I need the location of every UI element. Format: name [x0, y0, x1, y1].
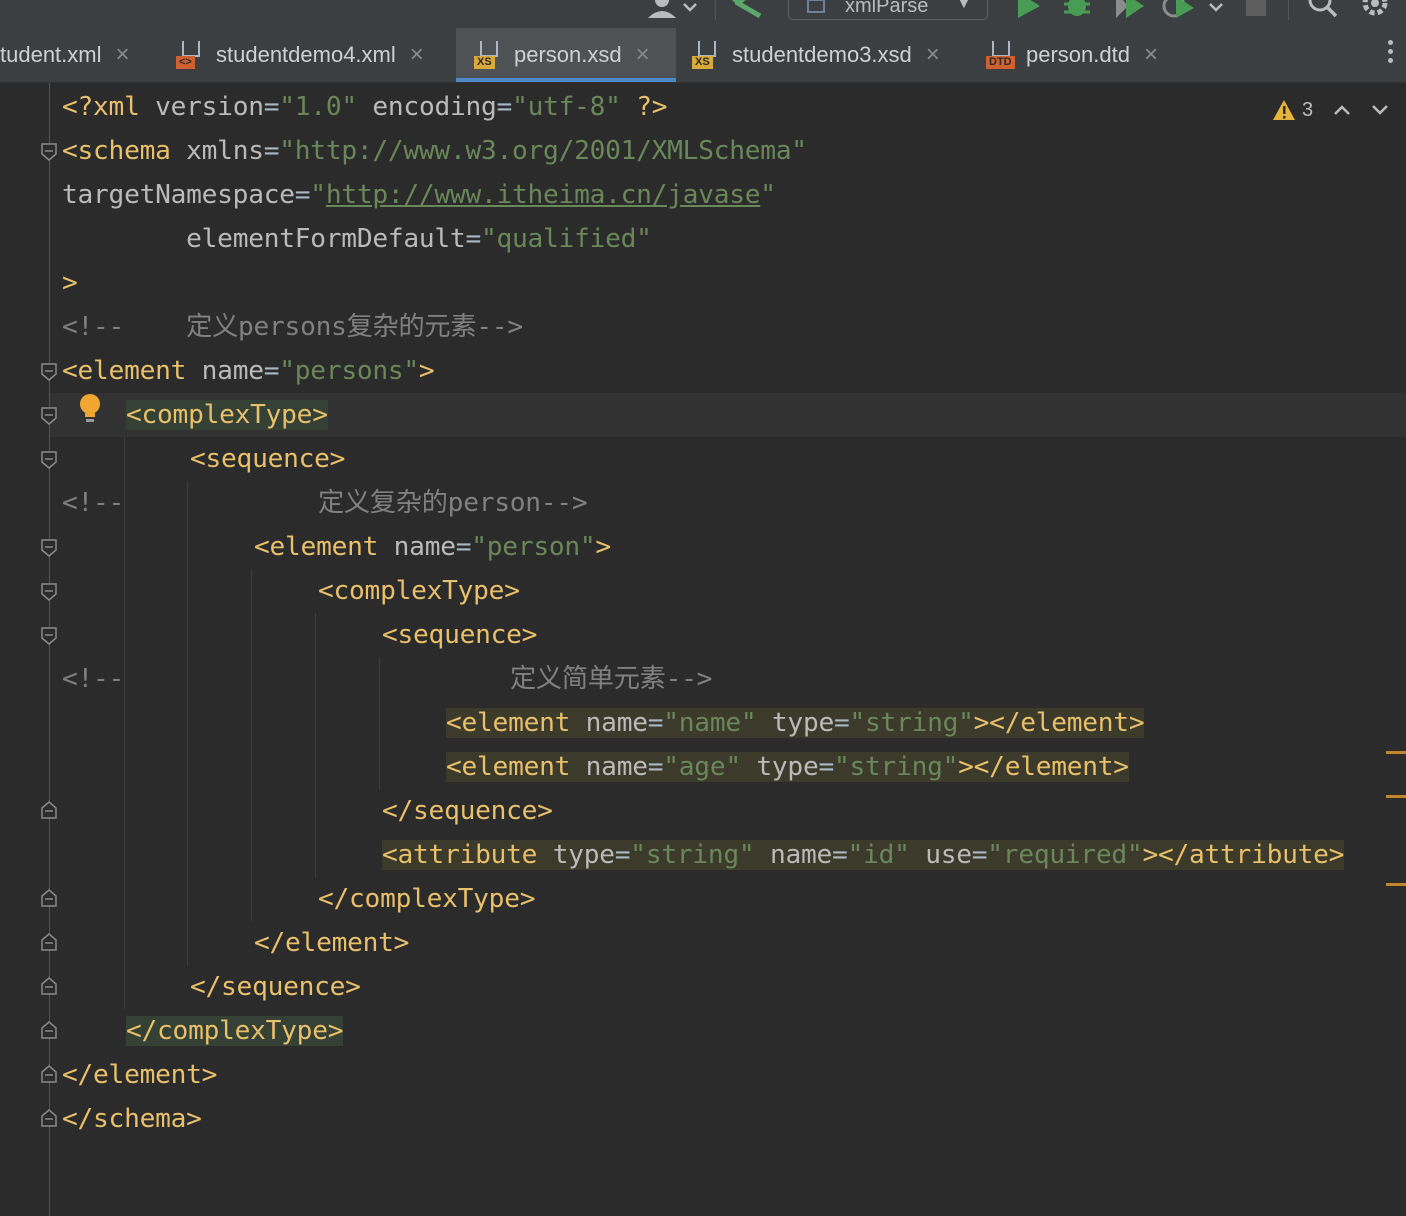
dtd-file-icon: DTD [986, 41, 1016, 69]
tab-studentdemo3-xsd[interactable]: XS studentdemo3.xsd × [692, 28, 972, 82]
fold-close-icon[interactable] [41, 933, 57, 951]
close-icon[interactable]: × [1144, 41, 1158, 69]
gutter-divider [49, 83, 50, 1216]
code-line-4: elementFormDefault="qualified" [186, 224, 652, 254]
tab-student-xml[interactable]: tudent.xml × [0, 28, 160, 82]
code-line-8: <complexType> [126, 400, 328, 430]
code-line-15: <element name="name" type="string"></ele… [446, 708, 1145, 738]
stop-icon[interactable] [1244, 0, 1270, 25]
code-line-12: <complexType> [318, 576, 520, 606]
close-icon[interactable]: × [116, 41, 130, 69]
fold-close-icon[interactable] [41, 1065, 57, 1083]
code-line-1: <?xml version="1.0" encoding="utf-8" ?> [62, 92, 668, 122]
run-configuration-selector[interactable]: xmlParse ▼ [788, 0, 988, 20]
namespace-link[interactable]: http://www.itheima.cn/javase [326, 180, 761, 210]
fold-close-icon[interactable] [41, 1021, 57, 1039]
tab-label: person.xsd [514, 42, 622, 67]
xml-file-icon: <> [176, 41, 206, 69]
code-line-13: <sequence> [382, 620, 538, 650]
tab-person-dtd[interactable]: DTD person.dtd × [986, 28, 1186, 82]
fold-open-icon[interactable] [41, 407, 57, 425]
next-highlight-icon[interactable] [1371, 100, 1389, 121]
close-icon[interactable]: × [636, 41, 650, 69]
fold-open-icon[interactable] [41, 539, 57, 557]
close-icon[interactable]: × [410, 41, 424, 69]
indent-guide [251, 569, 252, 921]
code-line-21: </sequence> [190, 972, 361, 1002]
tab-studentdemo4-xml[interactable]: <> studentdemo4.xml × [176, 28, 454, 82]
run-config-label: xmlParse [845, 0, 929, 17]
indent-guide [315, 613, 316, 877]
inspection-widget[interactable]: 3 [1272, 93, 1389, 127]
code-line-18: <attribute type="string" name="id" use="… [382, 840, 1345, 870]
code-line-9: <sequence> [190, 444, 346, 474]
coverage-icon[interactable] [1112, 0, 1148, 25]
tab-label: person.dtd [1026, 42, 1130, 67]
fold-close-icon[interactable] [41, 1109, 57, 1127]
warning-icon [1273, 100, 1295, 120]
code-line-17: </sequence> [382, 796, 553, 826]
indent-guide [187, 481, 188, 965]
close-icon[interactable]: × [926, 41, 940, 69]
main-toolbar: xmlParse ▼ [0, 0, 1406, 28]
error-stripe-mark[interactable] [1386, 883, 1406, 886]
code-line-14: <!-- [62, 664, 125, 694]
indent-guide [379, 657, 380, 789]
fold-open-icon[interactable] [41, 583, 57, 601]
code-line-2: <schema xmlns="http://www.w3.org/2001/XM… [62, 136, 807, 166]
code-line-6: <!-- 定义persons复杂的元素--> [62, 312, 523, 342]
xsd-file-icon: XS [692, 41, 722, 69]
search-icon[interactable] [1306, 0, 1340, 25]
settings-icon[interactable] [1358, 0, 1392, 25]
module-icon [807, 0, 825, 13]
chevron-down-icon: ▼ [957, 0, 971, 11]
tab-label: tudent.xml [0, 42, 102, 67]
editor-tab-bar: tudent.xml × <> studentdemo4.xml × XS pe… [0, 28, 1406, 83]
run-icon[interactable] [1014, 0, 1044, 25]
error-stripe-mark[interactable] [1386, 795, 1406, 798]
toolbar-separator [715, 0, 716, 20]
code-line-20: </element> [254, 928, 410, 958]
fold-close-icon[interactable] [41, 889, 57, 907]
fold-close-icon[interactable] [41, 801, 57, 819]
indent-guide [124, 437, 125, 1009]
debug-icon[interactable] [1060, 0, 1094, 25]
fold-open-icon[interactable] [41, 363, 57, 381]
error-stripe-mark[interactable] [1386, 751, 1406, 754]
code-line-14-comment: 定义简单元素--> [510, 664, 713, 694]
code-line-7: <element name="persons"> [62, 356, 435, 386]
profile-icon[interactable] [1160, 0, 1226, 25]
intention-bulb-icon[interactable] [78, 393, 102, 425]
code-editor[interactable]: 3 <?xml version="1.0" encoding="utf-8" ?… [0, 83, 1406, 1216]
code-line-3: targetNamespace="http://www.itheima.cn/j… [62, 180, 776, 210]
tab-label: studentdemo4.xml [216, 42, 396, 67]
code-line-16: <element name="age" type="string"></elem… [446, 752, 1129, 782]
fold-open-icon[interactable] [41, 627, 57, 645]
code-line-19: </complexType> [318, 884, 536, 914]
toolbar-separator [1288, 0, 1289, 20]
code-line-5: > [62, 268, 78, 298]
fold-close-icon[interactable] [41, 977, 57, 995]
build-hammer-icon[interactable] [730, 0, 766, 25]
code-line-11: <element name="person"> [254, 532, 611, 562]
inspection-count: 3 [1302, 98, 1314, 121]
tab-label: studentdemo3.xsd [732, 42, 912, 67]
previous-highlight-icon[interactable] [1333, 100, 1351, 121]
xsd-file-icon: XS [474, 41, 504, 69]
fold-open-icon[interactable] [41, 451, 57, 469]
more-tabs-icon[interactable] [1382, 40, 1398, 70]
fold-open-icon[interactable] [41, 143, 57, 161]
user-icon[interactable] [646, 0, 698, 25]
code-line-24: </schema> [62, 1104, 202, 1134]
code-line-23: </element> [62, 1060, 218, 1090]
code-line-10-comment: 定义复杂的person--> [318, 488, 588, 518]
tab-person-xsd[interactable]: XS person.xsd × [456, 28, 676, 82]
code-line-10: <!-- [62, 488, 125, 518]
code-line-22: </complexType> [126, 1016, 344, 1046]
